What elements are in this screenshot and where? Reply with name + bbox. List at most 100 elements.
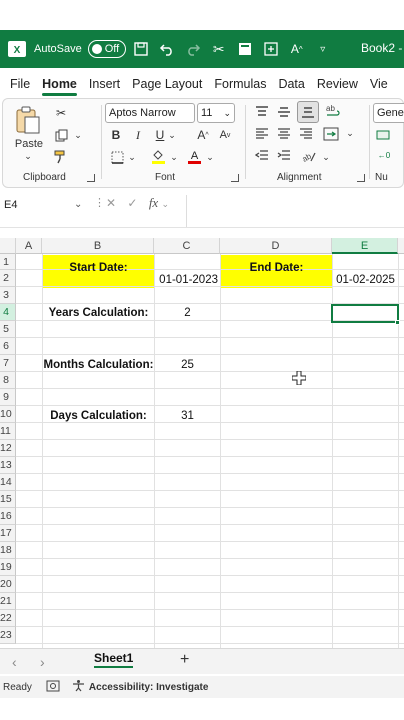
underline-icon[interactable]: U [153,127,167,143]
cell-mode-icon[interactable] [46,680,60,695]
autosave-toggle[interactable]: Off [87,40,126,58]
redo-icon[interactable] [182,38,204,60]
select-all-corner[interactable] [0,238,16,254]
fill-color-icon[interactable] [149,147,167,165]
accessibility-icon[interactable] [72,679,85,695]
cell-c10[interactable]: 31 [155,410,220,422]
row-header-9[interactable]: 9 [0,389,16,406]
column-header-e[interactable]: E [332,238,398,254]
fill-handle[interactable] [395,320,400,325]
row-header-22[interactable]: 22 [0,610,16,627]
orientation-icon[interactable]: ab [299,147,319,165]
row-header-23[interactable]: 23 [0,627,16,644]
orientation-dropdown-icon[interactable]: ⌄ [321,151,331,163]
row-header-14[interactable]: 14 [0,474,16,491]
tab-home[interactable]: Home [42,77,77,96]
copy-dropdown-icon[interactable]: ⌄ [73,129,83,141]
fx-dropdown-icon[interactable]: ⌄ [162,199,170,209]
cell-b7[interactable]: Months Calculation: [43,359,154,371]
align-bottom-icon[interactable] [297,101,319,123]
cell-c4[interactable]: 2 [155,307,220,319]
row-header-15[interactable]: 15 [0,491,16,508]
row-header-21[interactable]: 21 [0,593,16,610]
insert-function-button[interactable]: fx [149,195,158,210]
sheet-tab-sheet1[interactable]: Sheet1 [94,651,134,668]
row-header-11[interactable]: 11 [0,423,16,440]
borders-icon[interactable] [109,149,125,165]
row-header-17[interactable]: 17 [0,525,16,542]
spreadsheet-grid[interactable]: A B C D E 1 2 3 4 5 6 7 8 9 10 11 12 13 14 15 16 17 18 19 2… [0,238,404,648]
name-box[interactable]: E4 ⌄ [0,195,88,215]
align-right-icon[interactable] [297,125,315,143]
column-header-d[interactable]: D [220,238,332,254]
accounting-format-icon[interactable] [375,127,393,143]
column-header-c[interactable]: C [154,238,220,254]
tab-insert[interactable]: Insert [89,77,120,91]
merge-center-icon[interactable] [321,125,341,143]
row-header-6[interactable]: 6 [0,338,16,355]
row-header-10[interactable]: 10 [0,406,16,423]
format-table-icon[interactable] [234,38,256,60]
tab-page-layout[interactable]: Page Layout [132,77,202,91]
tab-formulas[interactable]: Formulas [214,77,266,91]
add-sheet-icon[interactable]: + [180,651,189,669]
font-color-dropdown-icon[interactable]: ⌄ [205,151,215,163]
wrap-text-icon[interactable]: ab [323,101,343,121]
row-header-7[interactable]: 7 [0,355,16,372]
accessibility-status[interactable]: Accessibility: Investigate [89,682,209,693]
tab-data[interactable]: Data [278,77,304,91]
format-painter-icon[interactable] [53,149,69,165]
column-header-f[interactable] [398,238,404,254]
selected-cell-e4[interactable] [331,304,399,323]
font-increase-icon[interactable]: A ^ [286,38,308,60]
row-header-4[interactable]: 4 [0,304,16,321]
borders-dropdown-icon[interactable]: ⌄ [127,151,137,163]
row-header-18[interactable]: 18 [0,542,16,559]
cut-icon[interactable]: ✂ [208,38,230,60]
font-launcher-icon[interactable] [231,174,239,182]
bold-icon[interactable]: B [109,127,123,143]
column-header-a[interactable]: A [16,238,42,254]
tab-view[interactable]: Vie [370,77,388,91]
row-header-5[interactable]: 5 [0,321,16,338]
decimal-icon[interactable]: ←0 [375,147,393,163]
sheet-next-icon[interactable]: › [40,654,45,670]
row-header-13[interactable]: 13 [0,457,16,474]
number-format-combo[interactable]: Genera [373,103,404,123]
formula-input[interactable] [186,195,404,227]
paste-dropdown-icon[interactable]: ⌄ [21,151,35,161]
font-name-combo[interactable]: Aptos Narrow [105,103,195,123]
save-icon[interactable] [130,38,152,60]
row-header-1[interactable]: 1 [0,254,16,270]
column-header-b[interactable]: B [42,238,154,254]
increase-indent-icon[interactable] [275,147,293,165]
enter-icon[interactable]: ✓ [127,196,137,210]
insert-function-icon[interactable] [260,38,282,60]
cell-b2[interactable]: Start Date: [43,262,154,274]
cell-c7[interactable]: 25 [155,359,220,371]
align-top-icon[interactable] [253,103,271,121]
copy-icon[interactable] [53,127,69,143]
undo-icon[interactable] [156,38,178,60]
row-header-16[interactable]: 16 [0,508,16,525]
underline-dropdown-icon[interactable]: ⌄ [167,129,177,141]
row-header-19[interactable]: 19 [0,559,16,576]
sheet-prev-icon[interactable]: ‹ [12,654,17,670]
row-header-3[interactable]: 3 [0,287,16,304]
decrease-font-icon[interactable]: Av [217,127,233,143]
align-middle-icon[interactable] [275,103,293,121]
paste-button[interactable]: Paste [9,137,49,151]
name-box-dropdown-icon[interactable]: ⌄ [74,195,82,215]
cell-d2[interactable]: End Date: [221,262,332,274]
font-color-icon[interactable]: A [185,147,203,165]
cell-b10[interactable]: Days Calculation: [43,410,154,422]
cell-b4[interactable]: Years Calculation: [43,307,154,319]
align-center-icon[interactable] [275,125,293,143]
increase-font-icon[interactable]: A ^ [195,127,211,143]
cut-icon[interactable]: ✂ [53,105,69,121]
clipboard-launcher-icon[interactable] [87,174,95,182]
tab-file[interactable]: File [10,77,30,91]
cancel-icon[interactable]: ✕ [106,196,116,210]
align-left-icon[interactable] [253,125,271,143]
cell-e2[interactable]: 01-02-2025 [333,274,398,286]
